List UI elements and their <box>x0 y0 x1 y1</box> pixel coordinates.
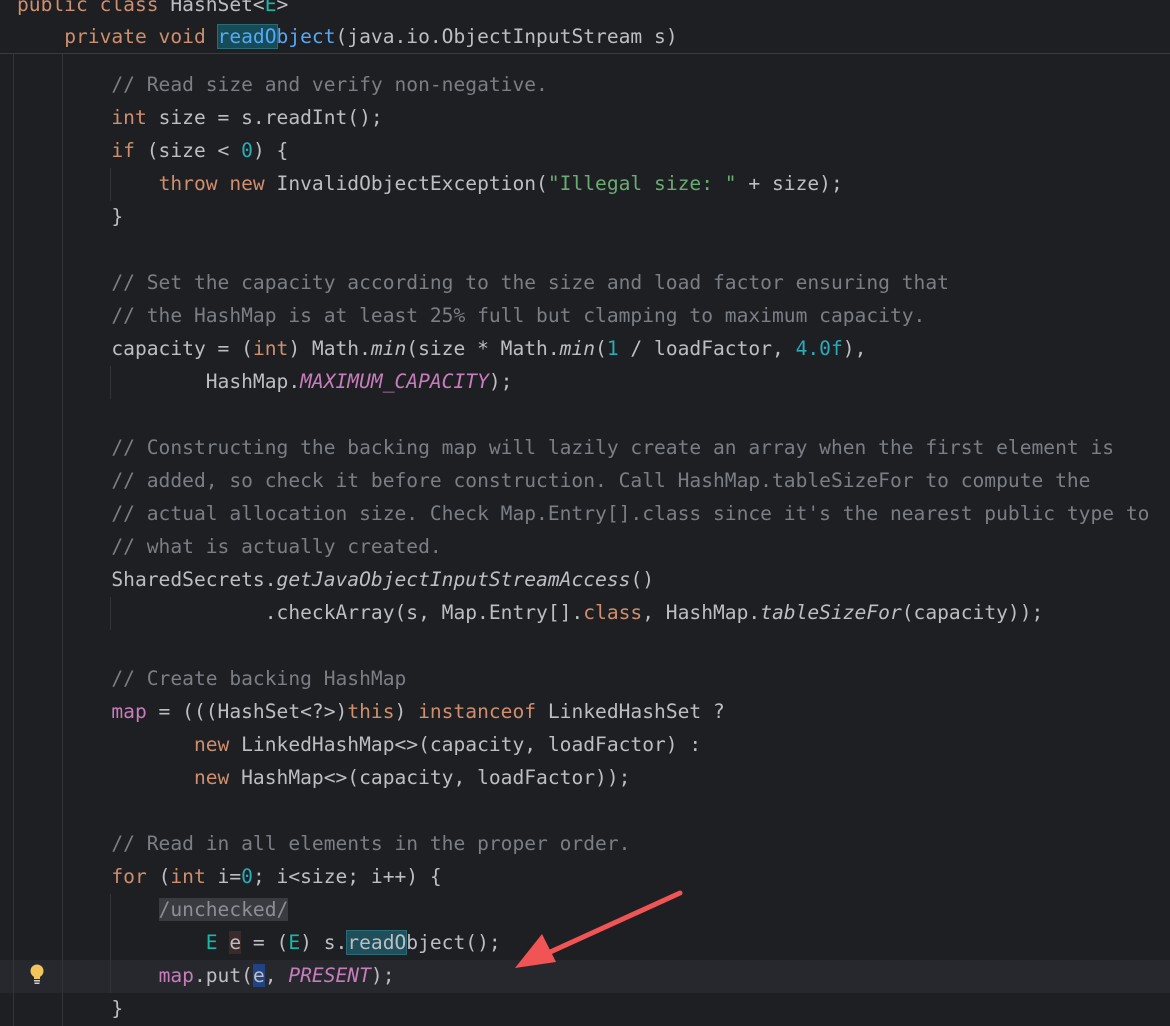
red-arrow-annotation <box>515 890 683 968</box>
